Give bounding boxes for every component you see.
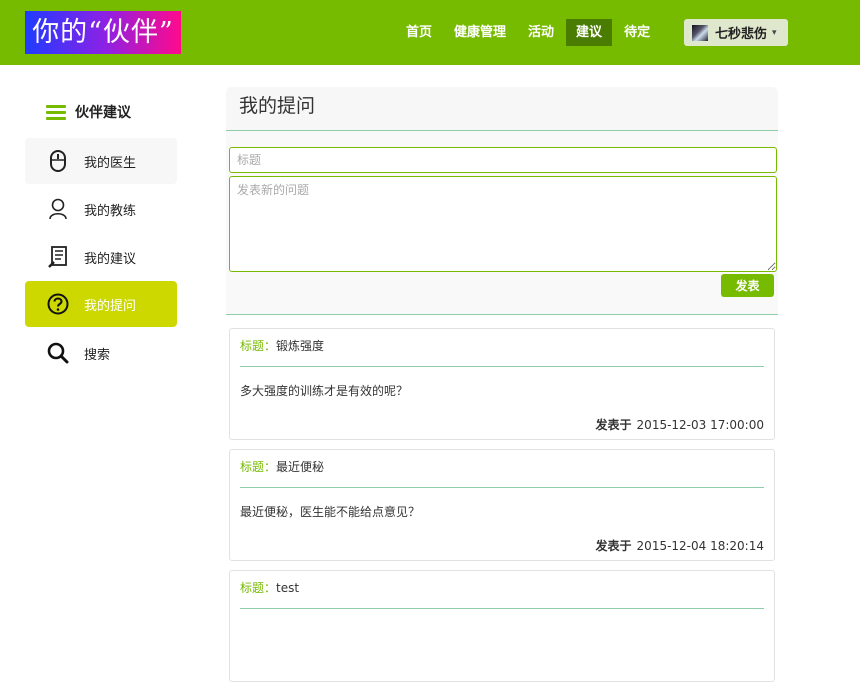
sidebar-title: 伙伴建议 <box>75 105 131 121</box>
publish-button[interactable]: 发表 <box>721 274 774 297</box>
sidebar-item-label: 我的提问 <box>84 298 137 314</box>
title-value: 最近便秘 <box>276 460 325 474</box>
question-title-input[interactable] <box>229 147 777 173</box>
title-label: 标题 <box>240 339 265 353</box>
nav-suggestions[interactable]: 建议 <box>566 19 613 46</box>
title-separator: ： <box>264 339 277 353</box>
sidebar-item-my-coach[interactable]: 我的教练 <box>25 186 177 232</box>
posted-label: 发表于 <box>595 418 632 432</box>
site-logo[interactable]: 你的“伙伴” <box>25 11 181 54</box>
question-form: 发表 <box>226 131 778 315</box>
title-value: 锻炼强度 <box>276 339 325 353</box>
sidebar-item-label: 我的医生 <box>84 155 137 171</box>
sidebar-item-my-suggestions[interactable]: 我的建议 <box>25 234 177 280</box>
menu-icon[interactable] <box>46 104 66 120</box>
search-icon <box>47 342 69 364</box>
question-title: 标题：test <box>240 579 299 596</box>
title-value: test <box>276 581 300 595</box>
person-icon <box>47 198 69 220</box>
user-menu[interactable]: 七秒悲伤 ▾ <box>684 19 788 46</box>
question-icon <box>47 293 69 315</box>
posted-label: 发表于 <box>595 539 632 553</box>
sidebar-item-my-doctor[interactable]: 我的医生 <box>25 138 177 184</box>
question-title: 标题：最近便秘 <box>240 458 324 475</box>
nav-activities[interactable]: 活动 <box>518 19 564 46</box>
nav-pending[interactable]: 待定 <box>614 19 660 46</box>
sidebar-item-my-questions[interactable]: 我的提问 <box>25 281 177 327</box>
divider <box>240 487 764 488</box>
question-body: 最近便秘，医生能不能给点意见？ <box>240 505 421 519</box>
question-card: 标题：最近便秘 最近便秘，医生能不能给点意见？ 发表于 2015-12-04 18… <box>229 449 775 561</box>
avatar <box>692 24 708 41</box>
title-separator: ： <box>264 460 277 474</box>
divider <box>240 366 764 367</box>
sidebar-item-label: 我的教练 <box>84 203 137 219</box>
question-body-textarea[interactable] <box>229 176 777 272</box>
sidebar-item-search[interactable]: 搜索 <box>25 330 177 376</box>
title-label: 标题 <box>240 460 265 474</box>
post-time: 2015-12-04 18:20:14 <box>636 539 764 553</box>
sidebar-item-label: 搜索 <box>84 347 111 363</box>
user-name: 七秒悲伤 <box>715 27 768 42</box>
question-title: 标题：锻炼强度 <box>240 337 324 354</box>
sidebar-heading: 伙伴建议 <box>46 100 131 124</box>
question-card: 标题：test <box>229 570 775 682</box>
chevron-down-icon: ▾ <box>772 27 777 38</box>
title-label: 标题 <box>240 581 265 595</box>
question-card: 标题：锻炼强度 多大强度的训练才是有效的呢？ 发表于 2015-12-03 17:… <box>229 328 775 440</box>
divider <box>240 608 764 609</box>
page-header: 我的提问 <box>226 87 778 131</box>
post-timestamp: 发表于 2015-12-04 18:20:14 <box>596 537 764 554</box>
document-icon <box>47 246 69 268</box>
post-timestamp: 发表于 2015-12-03 17:00:00 <box>596 416 764 433</box>
nav-home[interactable]: 首页 <box>396 19 442 46</box>
title-separator: ： <box>264 581 277 595</box>
nav-health-management[interactable]: 健康管理 <box>444 19 516 46</box>
main-nav: 首页 健康管理 活动 建议 待定 <box>396 19 662 46</box>
post-time: 2015-12-03 17:00:00 <box>636 418 764 432</box>
page-title: 我的提问 <box>239 95 316 117</box>
question-body: 多大强度的训练才是有效的呢？ <box>240 384 409 398</box>
top-navbar: 你的“伙伴” 首页 健康管理 活动 建议 待定 七秒悲伤 ▾ <box>0 0 860 65</box>
sidebar-item-label: 我的建议 <box>84 251 137 267</box>
mouse-icon <box>47 150 69 172</box>
